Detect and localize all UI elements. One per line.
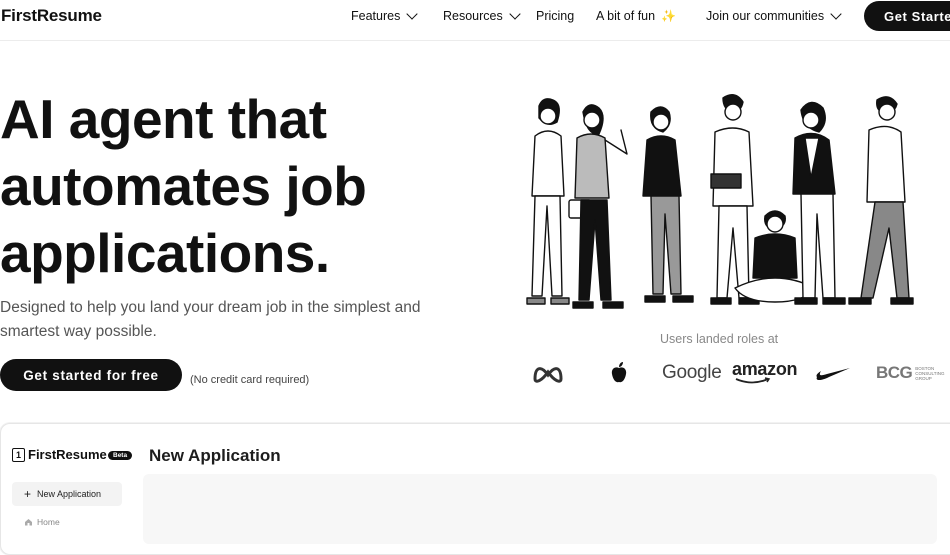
- people-illustration: [526, 94, 914, 309]
- users-landed-label: Users landed roles at: [660, 332, 779, 346]
- bcg-logo-subtext: BOSTON CONSULTING GROUP: [915, 366, 944, 381]
- chevron-down-icon: [406, 8, 419, 20]
- sidebar-item-label: Home: [37, 517, 60, 527]
- nav-resources[interactable]: Resources: [443, 8, 521, 23]
- logo-digit-box: 1: [12, 447, 25, 462]
- nav-pricing-label: Pricing: [536, 9, 575, 23]
- bcg-line: GROUP: [915, 375, 932, 381]
- get-started-nav-button[interactable]: Get Started: [864, 1, 950, 31]
- app-page-title: New Application: [149, 446, 281, 465]
- new-application-label: New Application: [37, 489, 102, 499]
- app-logo-text: FirstResume: [28, 447, 107, 462]
- nav-fun[interactable]: A bit of fun ✨: [596, 9, 676, 23]
- bcg-logo: BCG BOSTON CONSULTING GROUP: [876, 360, 944, 386]
- nav-features[interactable]: Features: [351, 8, 419, 23]
- hero-subtitle: Designed to help you land your dream job…: [0, 299, 421, 340]
- hero-title-line: AI agent that: [0, 88, 327, 150]
- nike-logo-icon: [815, 360, 851, 386]
- beta-badge: Beta: [108, 451, 133, 460]
- nav-features-label: Features: [351, 9, 401, 23]
- app-logo: 1 FirstResume: [12, 447, 107, 462]
- site-logo[interactable]: FirstResume: [1, 6, 102, 26]
- nav-resources-label: Resources: [443, 9, 503, 23]
- nav-pricing[interactable]: Pricing: [536, 9, 574, 23]
- meta-logo-icon: [532, 360, 564, 386]
- nav-communities-label: Join our communities: [706, 9, 825, 23]
- chevron-down-icon: [830, 8, 842, 20]
- google-logo: Google: [662, 362, 722, 383]
- nav-fun-label: A bit of fun: [596, 9, 656, 23]
- amazon-logo: amazon: [732, 359, 798, 386]
- hero-title-line: applications.: [0, 222, 330, 284]
- plus-icon: +: [24, 487, 32, 501]
- amazon-smile-icon: [735, 377, 771, 384]
- get-started-free-button[interactable]: Get started for free: [0, 359, 182, 391]
- hero-title-line: automates job: [0, 155, 367, 217]
- home-icon: [25, 519, 32, 526]
- no-credit-card-note: (No credit card required): [190, 374, 310, 386]
- sparkle-icon: ✨: [661, 9, 677, 23]
- amazon-logo-text: amazon: [732, 359, 798, 379]
- sidebar-item-home[interactable]: Home: [24, 517, 60, 527]
- hero-title: AI agent that automates job applications…: [0, 86, 460, 287]
- apple-logo-icon: [610, 360, 628, 386]
- new-application-button[interactable]: + New Application: [12, 482, 122, 506]
- top-nav: FirstResume Features Resources Pricing A…: [0, 0, 950, 41]
- bcg-logo-text: BCG: [876, 363, 913, 382]
- chevron-down-icon: [509, 8, 521, 20]
- nav-communities[interactable]: Join our communities: [706, 8, 842, 23]
